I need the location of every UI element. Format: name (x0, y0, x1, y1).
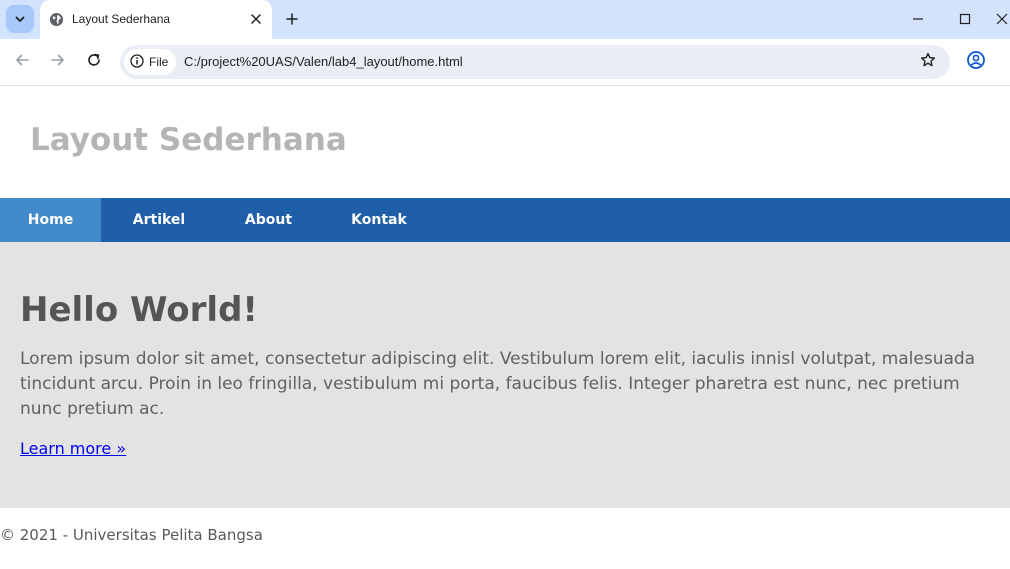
info-icon (130, 53, 144, 72)
plus-icon (286, 10, 298, 29)
url-text[interactable]: C:/project%20UAS/Valen/lab4_layout/home.… (184, 54, 463, 69)
address-bar[interactable]: File C:/project%20UAS/Valen/lab4_layout/… (120, 45, 950, 79)
tab-title: Layout Sederhana (72, 12, 171, 26)
back-arrow-icon (14, 52, 30, 72)
maximize-icon (959, 10, 971, 29)
minimize-button[interactable] (907, 8, 929, 30)
nav-item-kontak[interactable]: Kontak (320, 198, 438, 242)
hero-title: Hello World! (20, 290, 258, 330)
close-icon (996, 10, 1008, 29)
new-tab-button[interactable] (282, 9, 302, 29)
web-page: Layout Sederhana Home Artikel About Kont… (0, 86, 1010, 569)
maximize-button[interactable] (954, 8, 976, 30)
close-window-button[interactable] (996, 8, 1010, 30)
globe-icon (49, 12, 64, 27)
site-chip-label: File (149, 55, 169, 69)
back-button[interactable] (9, 49, 35, 75)
hero-section: Hello World! Lorem ipsum dolor sit amet,… (0, 242, 1010, 508)
star-icon (920, 52, 936, 72)
site-footer: © 2021 - Universitas Pelita Bangsa (0, 508, 1010, 569)
forward-button[interactable] (45, 49, 71, 75)
profile-button[interactable] (964, 50, 988, 74)
minimize-icon (912, 10, 924, 29)
browser-tab-active[interactable]: Layout Sederhana (40, 0, 272, 39)
nav-item-home[interactable]: Home (0, 198, 101, 242)
learn-more-link[interactable]: Learn more » (20, 439, 126, 458)
close-icon[interactable] (248, 11, 264, 27)
site-title: Layout Sederhana (30, 122, 347, 158)
nav-item-artikel[interactable]: Artikel (101, 198, 217, 242)
bookmark-button[interactable] (918, 52, 938, 72)
profile-icon (966, 50, 986, 74)
tab-strip: Layout Sederhana (0, 0, 1010, 39)
site-nav: Home Artikel About Kontak (0, 198, 1010, 242)
reload-button[interactable] (81, 49, 107, 75)
nav-item-about[interactable]: About (217, 198, 320, 242)
hero-text: Lorem ipsum dolor sit amet, consectetur … (20, 349, 976, 419)
chevron-down-icon (14, 10, 26, 29)
forward-arrow-icon (50, 52, 66, 72)
site-header: Layout Sederhana (0, 86, 1010, 198)
tab-search-button[interactable] (6, 5, 34, 33)
browser-toolbar: File C:/project%20UAS/Valen/lab4_layout/… (0, 39, 1010, 85)
reload-icon (86, 52, 102, 72)
site-info-chip[interactable]: File (124, 49, 176, 75)
footer-text: © 2021 - Universitas Pelita Bangsa (0, 526, 263, 544)
